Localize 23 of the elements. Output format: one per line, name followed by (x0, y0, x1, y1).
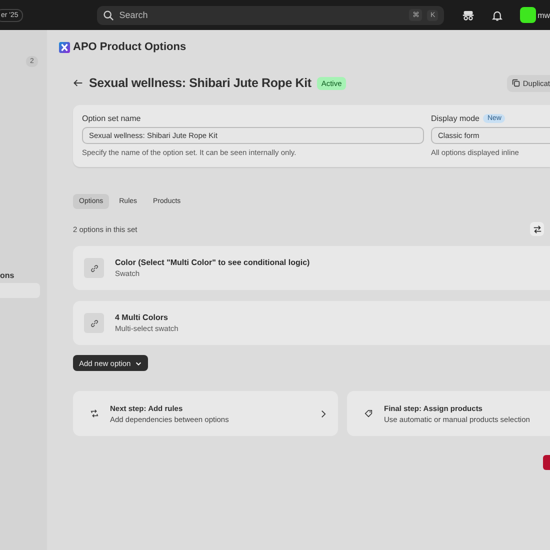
field-label: Display mode (431, 113, 480, 124)
tag-icon (364, 409, 373, 418)
link-icon (84, 313, 104, 333)
action-button[interactable] (543, 455, 550, 470)
sidebar-label[interactable]: ons (0, 271, 14, 280)
field-label: Option set name (82, 113, 142, 124)
search-input[interactable]: Search (119, 10, 404, 20)
page-title: Sexual wellness: Shibari Jute Rope Kit (89, 76, 312, 90)
app-logo-icon (59, 42, 70, 52)
option-title: Color (Select "Multi Color" to see conditional logic) (115, 258, 310, 267)
user-name[interactable]: mw (538, 10, 550, 20)
duplicate-icon (512, 79, 520, 87)
incognito-icon[interactable] (462, 8, 475, 22)
link-icon (84, 258, 104, 278)
caret-icon (134, 360, 142, 366)
search-icon (103, 10, 114, 20)
reorder-button[interactable] (530, 222, 544, 236)
swap-arrows-icon (90, 409, 99, 418)
app-title: APO Product Options (73, 41, 186, 53)
avatar[interactable] (520, 7, 536, 23)
option-title: 4 Multi Colors (115, 313, 169, 322)
bell-icon[interactable] (490, 8, 504, 22)
back-arrow-icon[interactable] (73, 78, 83, 88)
